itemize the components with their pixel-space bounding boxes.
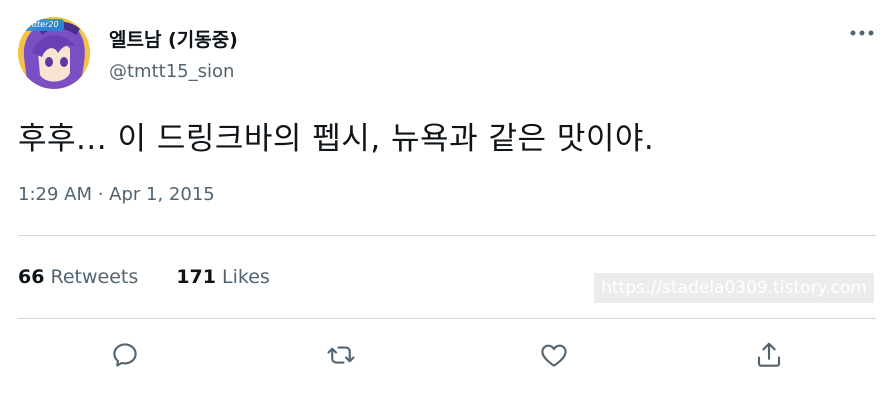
divider [18,318,876,319]
user-handle[interactable]: @tmtt15_sion [109,61,234,82]
like-icon [541,344,567,367]
share-icon [757,342,781,367]
more-icon [850,30,874,36]
retweets-stat[interactable]: 66 Retweets [18,266,138,288]
display-name[interactable]: 엘트남 (기동중) [109,25,238,52]
reply-button[interactable] [106,336,144,374]
tweet-card: twitter20 엘트남 (기동중) @tmtt15_sion 후후... 이… [0,0,894,409]
retweet-button[interactable] [322,336,360,374]
retweet-icon [327,346,355,364]
tweet-text: 후후... 이 드링크바의 펩시, 뉴욕과 같은 맛이야. [18,121,655,157]
retweets-count: 66 [18,266,45,288]
like-button[interactable] [535,336,573,374]
share-button[interactable] [750,336,788,374]
watermark: https://stadela0309.tistory.com [594,273,874,303]
likes-count: 171 [176,266,216,288]
more-options-button[interactable] [842,20,882,46]
retweets-label: Retweets [50,266,139,288]
tweet-timestamp[interactable]: 1:29 AM · Apr 1, 2015 [18,184,215,205]
likes-stat[interactable]: 171 Likes [176,266,270,288]
tweet-stats: 66 Retweets 171 Likes [18,266,302,288]
avatar-badge-text: twitter20 [22,20,59,29]
likes-label: Likes [222,266,270,288]
reply-icon [113,343,137,367]
divider [18,235,876,236]
avatar[interactable]: twitter20 [18,17,90,89]
